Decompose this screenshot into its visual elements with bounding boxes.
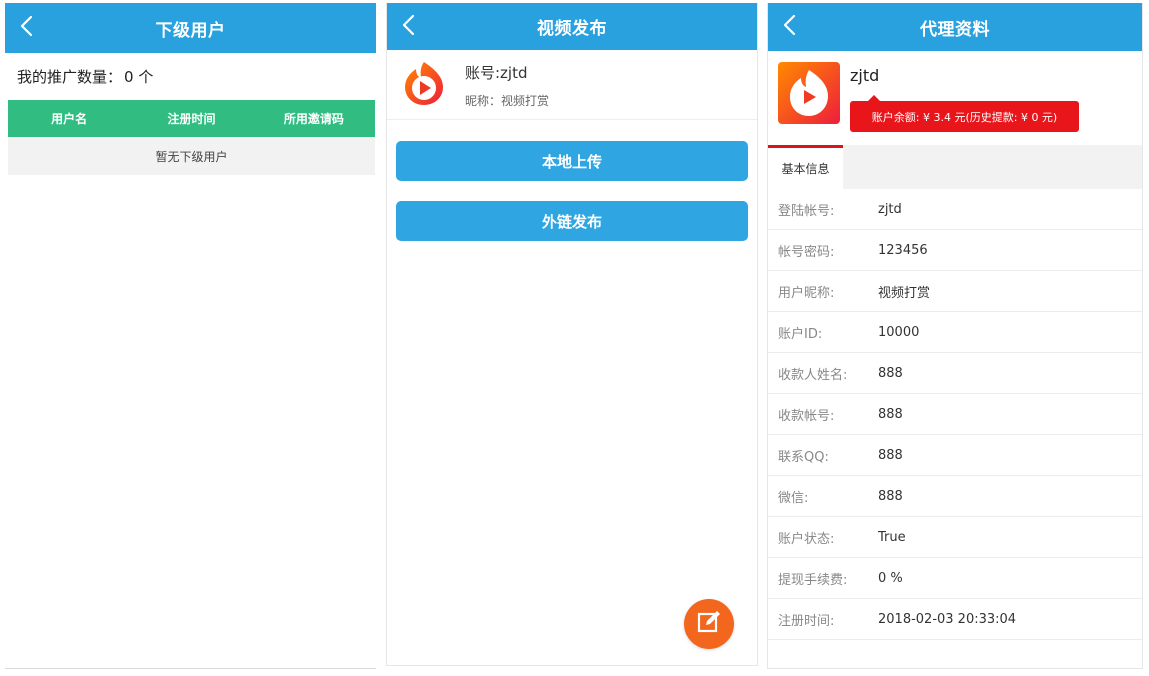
promo-count-label: 我的推广数量：	[17, 67, 123, 86]
info-label: 收款人姓名:	[778, 367, 848, 383]
column-header-invite-code: 所用邀请码	[283, 112, 344, 126]
link-publish-button[interactable]: 外链发布	[396, 201, 748, 241]
column-header-username: 用户名	[51, 112, 88, 126]
info-value: 视频打赏	[878, 285, 931, 301]
table-header: 用户名 注册时间 所用邀请码	[8, 100, 375, 137]
info-value: 123456	[878, 242, 928, 258]
account-summary: 账号:zjtd 昵称：视频打赏	[387, 50, 757, 120]
info-row-account-status: 账户状态: True	[768, 517, 1142, 558]
info-row-nickname: 用户昵称: 视频打赏	[768, 271, 1142, 312]
header-bar: 视频发布	[387, 3, 757, 50]
info-list: 登陆帐号: zjtd 帐号密码: 123456 用户昵称: 视频打赏 账户ID: 100…	[768, 189, 1142, 640]
video-publish-screen: 视频发布 账号:zjtd 昵称：视频打赏 本地上传 外链发布	[386, 3, 758, 666]
chevron-left-icon[interactable]	[17, 14, 37, 38]
info-value: 10000	[878, 324, 920, 340]
info-label: 账户状态:	[778, 531, 835, 547]
tab-basic-info[interactable]: 基本信息	[768, 145, 843, 189]
info-value: 888	[878, 447, 903, 463]
info-label: 用户昵称:	[778, 285, 835, 301]
info-row-register-time: 注册时间: 2018-02-03 20:33:04	[768, 599, 1142, 640]
chevron-left-icon[interactable]	[399, 13, 419, 37]
page-title: 代理资料	[920, 19, 990, 40]
chevron-left-icon[interactable]	[780, 13, 800, 37]
flame-play-logo	[397, 56, 451, 110]
info-value: 888	[878, 488, 903, 504]
info-label: 微信:	[778, 490, 809, 506]
edit-fab-button[interactable]	[684, 599, 734, 649]
info-label: 账户ID:	[778, 326, 823, 342]
info-label: 收款帐号:	[778, 408, 835, 424]
sub-users-table: 用户名 注册时间 所用邀请码 暂无下级用户	[8, 100, 375, 175]
agent-profile-screen: 代理资料 zjtd 账户余额: ¥ 3.4 元(历史提款: ¥ 0 元) 基本信…	[767, 3, 1143, 669]
header-bar: 代理资料	[768, 3, 1142, 51]
info-label: 注册时间:	[778, 613, 835, 629]
info-value: 888	[878, 406, 903, 422]
balance-badge: 账户余额: ¥ 3.4 元(历史提款: ¥ 0 元)	[850, 95, 1079, 132]
table-empty-message: 暂无下级用户	[8, 137, 375, 175]
info-label: 提现手续费:	[778, 572, 848, 588]
info-row-login-account: 登陆帐号: zjtd	[768, 189, 1142, 230]
info-row-password: 帐号密码: 123456	[768, 230, 1142, 271]
info-row-withdraw-fee: 提现手续费: 0 %	[768, 558, 1142, 599]
info-row-qq: 联系QQ: 888	[768, 435, 1142, 476]
info-label: 登陆帐号:	[778, 203, 835, 219]
promo-count-value: 0 个	[124, 67, 154, 86]
info-label: 帐号密码:	[778, 244, 835, 260]
info-value: True	[878, 529, 906, 545]
header-bar: 下级用户	[5, 3, 376, 53]
account-nickname: 昵称：视频打赏	[465, 94, 550, 108]
sub-users-screen: 下级用户 我的推广数量： 0 个 用户名 注册时间 所用邀请码 暂无下级用户	[5, 3, 376, 669]
info-value: 0 %	[878, 570, 903, 586]
page-title: 视频发布	[537, 19, 607, 39]
tab-bar: 基本信息	[768, 145, 1142, 189]
info-row-account-id: 账户ID: 10000	[768, 312, 1142, 353]
account-username: 账号:zjtd	[465, 64, 528, 82]
info-label: 联系QQ:	[778, 449, 829, 465]
profile-name: zjtd	[850, 66, 880, 85]
info-row-payee-name: 收款人姓名: 888	[768, 353, 1142, 394]
page-title: 下级用户	[155, 20, 226, 41]
promo-count-line: 我的推广数量： 0 个	[5, 53, 376, 99]
info-row-wechat: 微信: 888	[768, 476, 1142, 517]
info-value: 888	[878, 365, 903, 381]
info-value: zjtd	[878, 201, 902, 217]
edit-icon	[696, 609, 722, 639]
info-value: 2018-02-03 20:33:04	[878, 611, 1017, 627]
local-upload-button[interactable]: 本地上传	[396, 141, 748, 181]
info-row-payee-account: 收款帐号: 888	[768, 394, 1142, 435]
column-header-register-time: 注册时间	[167, 112, 216, 126]
profile-summary: zjtd 账户余额: ¥ 3.4 元(历史提款: ¥ 0 元)	[768, 51, 1142, 145]
flame-play-logo	[778, 62, 840, 124]
